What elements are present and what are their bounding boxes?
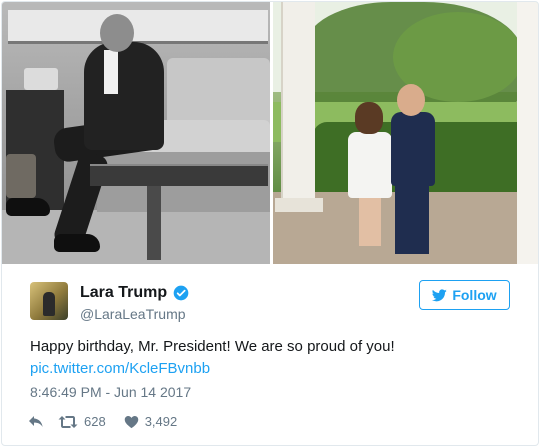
like-count: 3,492	[144, 414, 178, 429]
tweet-media-link[interactable]: pic.twitter.com/KcleFBvnbb	[30, 360, 210, 377]
tweet-media	[2, 2, 538, 264]
photo-couple-garden[interactable]	[273, 2, 538, 264]
display-name[interactable]: Lara Trump	[80, 284, 167, 302]
author-handle[interactable]: @LaraLeaTrump	[80, 306, 186, 322]
author-name[interactable]: Lara Trump	[80, 284, 189, 302]
heart-icon	[124, 415, 138, 428]
tweet-actions: 628 3,492	[28, 414, 177, 429]
reply-button[interactable]	[28, 415, 44, 429]
tweet-body: Lara Trump @LaraLeaTrump Follow Happy bi…	[2, 264, 538, 445]
tweet-timestamp[interactable]: 8:46:49 PM - Jun 14 2017	[30, 384, 191, 400]
retweet-button[interactable]: 628	[58, 414, 106, 429]
follow-label: Follow	[452, 287, 497, 303]
retweet-icon	[58, 415, 78, 428]
reply-icon	[29, 415, 43, 427]
tweet-text: Happy birthday, Mr. President! We are so…	[30, 338, 395, 355]
twitter-bird-icon	[432, 288, 448, 301]
follow-button[interactable]: Follow	[419, 280, 510, 310]
verified-badge-icon	[173, 285, 189, 301]
photo-oval-office-plane[interactable]	[2, 2, 270, 264]
like-button[interactable]: 3,492	[124, 414, 178, 429]
embedded-tweet-card: Lara Trump @LaraLeaTrump Follow Happy bi…	[1, 1, 539, 446]
retweet-count: 628	[84, 414, 106, 429]
avatar[interactable]	[30, 282, 68, 320]
